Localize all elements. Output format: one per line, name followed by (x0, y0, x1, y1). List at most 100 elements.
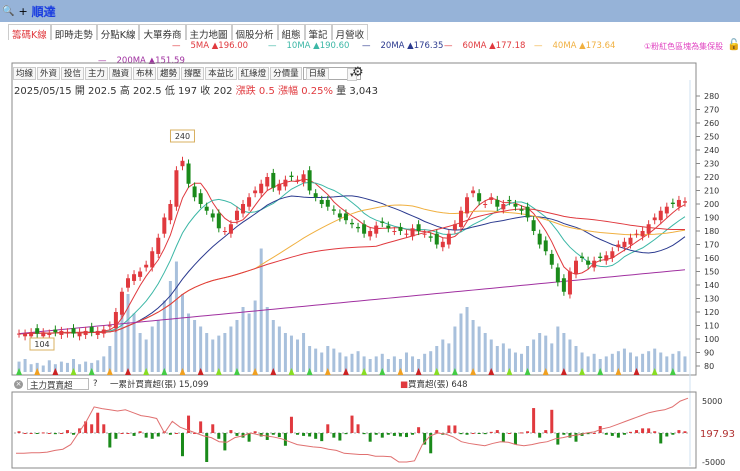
close-icon[interactable]: × (14, 379, 23, 389)
candle-body (132, 274, 137, 281)
volume-bar (574, 346, 578, 372)
volume-bar (84, 361, 88, 372)
candle-body (561, 278, 566, 292)
price-tick-label: 190 (704, 214, 719, 223)
volume-bar (538, 333, 542, 372)
volume-bar (604, 356, 608, 372)
volume-bar (47, 360, 51, 372)
candle-body (537, 233, 542, 245)
candle-body (483, 204, 488, 205)
candle-body (682, 201, 687, 203)
signal-icon (633, 368, 640, 375)
volume-bar (586, 356, 590, 372)
price-tick-label: 110 (704, 322, 719, 331)
candle-body (17, 333, 22, 335)
candle-body (549, 253, 554, 265)
volume-bar (174, 261, 178, 372)
candle-body (440, 241, 445, 248)
net-bar (96, 412, 100, 433)
indicator-select[interactable]: 主力買賣超 (27, 378, 89, 391)
candle-body (77, 332, 82, 337)
candle-body (319, 199, 324, 204)
net-bar (550, 409, 554, 433)
volume-bar (320, 352, 324, 372)
net-bar (289, 416, 293, 433)
volume-bar (556, 326, 560, 372)
volume-bar (283, 333, 287, 372)
candle-body (41, 332, 46, 337)
volume-bar (247, 313, 251, 372)
candle-body (228, 224, 233, 234)
net-bar (65, 430, 69, 433)
net-bar (120, 433, 124, 434)
net-bar (647, 428, 651, 433)
signal-icon (16, 368, 23, 375)
candle-body (47, 333, 52, 335)
candle-body (83, 330, 88, 335)
lower-frame (11, 391, 697, 469)
signal-icon (415, 368, 422, 375)
volume-bar (289, 335, 293, 372)
net-bar (495, 430, 499, 433)
net-legend: ■買賣超(張) 648 (400, 380, 468, 390)
candle-body (622, 241, 627, 248)
net-bar (199, 421, 203, 433)
volume-bar (350, 353, 354, 372)
net-bar (150, 433, 154, 439)
candle-body (241, 204, 246, 214)
candle-body (610, 251, 615, 258)
candle-body (234, 210, 239, 221)
net-bar (447, 425, 451, 433)
net-bar (253, 431, 257, 433)
volume-bar (489, 339, 493, 372)
volume-bar (441, 339, 445, 372)
volume-bar (223, 333, 227, 372)
volume-bar (513, 352, 517, 372)
net-bar (320, 433, 324, 442)
volume-bar (229, 326, 233, 372)
candle-body (265, 177, 270, 187)
net-bar (29, 433, 33, 434)
net-bar (332, 433, 336, 438)
volume-bar (465, 307, 469, 372)
candle-body (307, 170, 312, 191)
net-bar (616, 433, 620, 438)
volume-bar (665, 356, 669, 372)
net-bar (653, 431, 657, 433)
net-bar (683, 431, 687, 433)
volume-bar (156, 320, 160, 372)
net-bar (350, 415, 354, 433)
volume-bar (102, 356, 106, 372)
net-bar (271, 433, 275, 435)
candle-body (337, 213, 342, 218)
candle-body (216, 213, 221, 229)
price-tick-label: 250 (704, 133, 719, 142)
candle-body (350, 222, 354, 225)
net-bar (532, 408, 536, 433)
candle-body (331, 209, 336, 211)
net-bar (398, 433, 402, 437)
net-bar (156, 433, 160, 437)
signal-icon (433, 368, 440, 375)
volume-bar (568, 339, 572, 372)
candle-body (29, 332, 34, 337)
signal-icon (379, 368, 386, 375)
candlestick-chart[interactable]: 280 270 260 250 240 230 220 210 200 190 180 170 160 1… (0, 0, 740, 471)
candle-body (23, 333, 28, 337)
net-bar (392, 433, 396, 436)
net-bar (338, 433, 342, 441)
volume-bar (144, 339, 148, 372)
net-bar (72, 433, 76, 435)
volume-bar (271, 320, 275, 372)
candle-body (398, 226, 403, 231)
candle-body (156, 237, 161, 254)
candle-body (670, 202, 675, 204)
candle-body (283, 179, 288, 187)
net-bar (538, 433, 542, 438)
signal-icon (397, 368, 404, 375)
price-tick-label: 120 (704, 308, 719, 317)
help-icon[interactable]: ? (93, 379, 98, 389)
net-bar (235, 433, 239, 436)
volume-bar (162, 300, 166, 372)
net-bar (23, 433, 27, 434)
